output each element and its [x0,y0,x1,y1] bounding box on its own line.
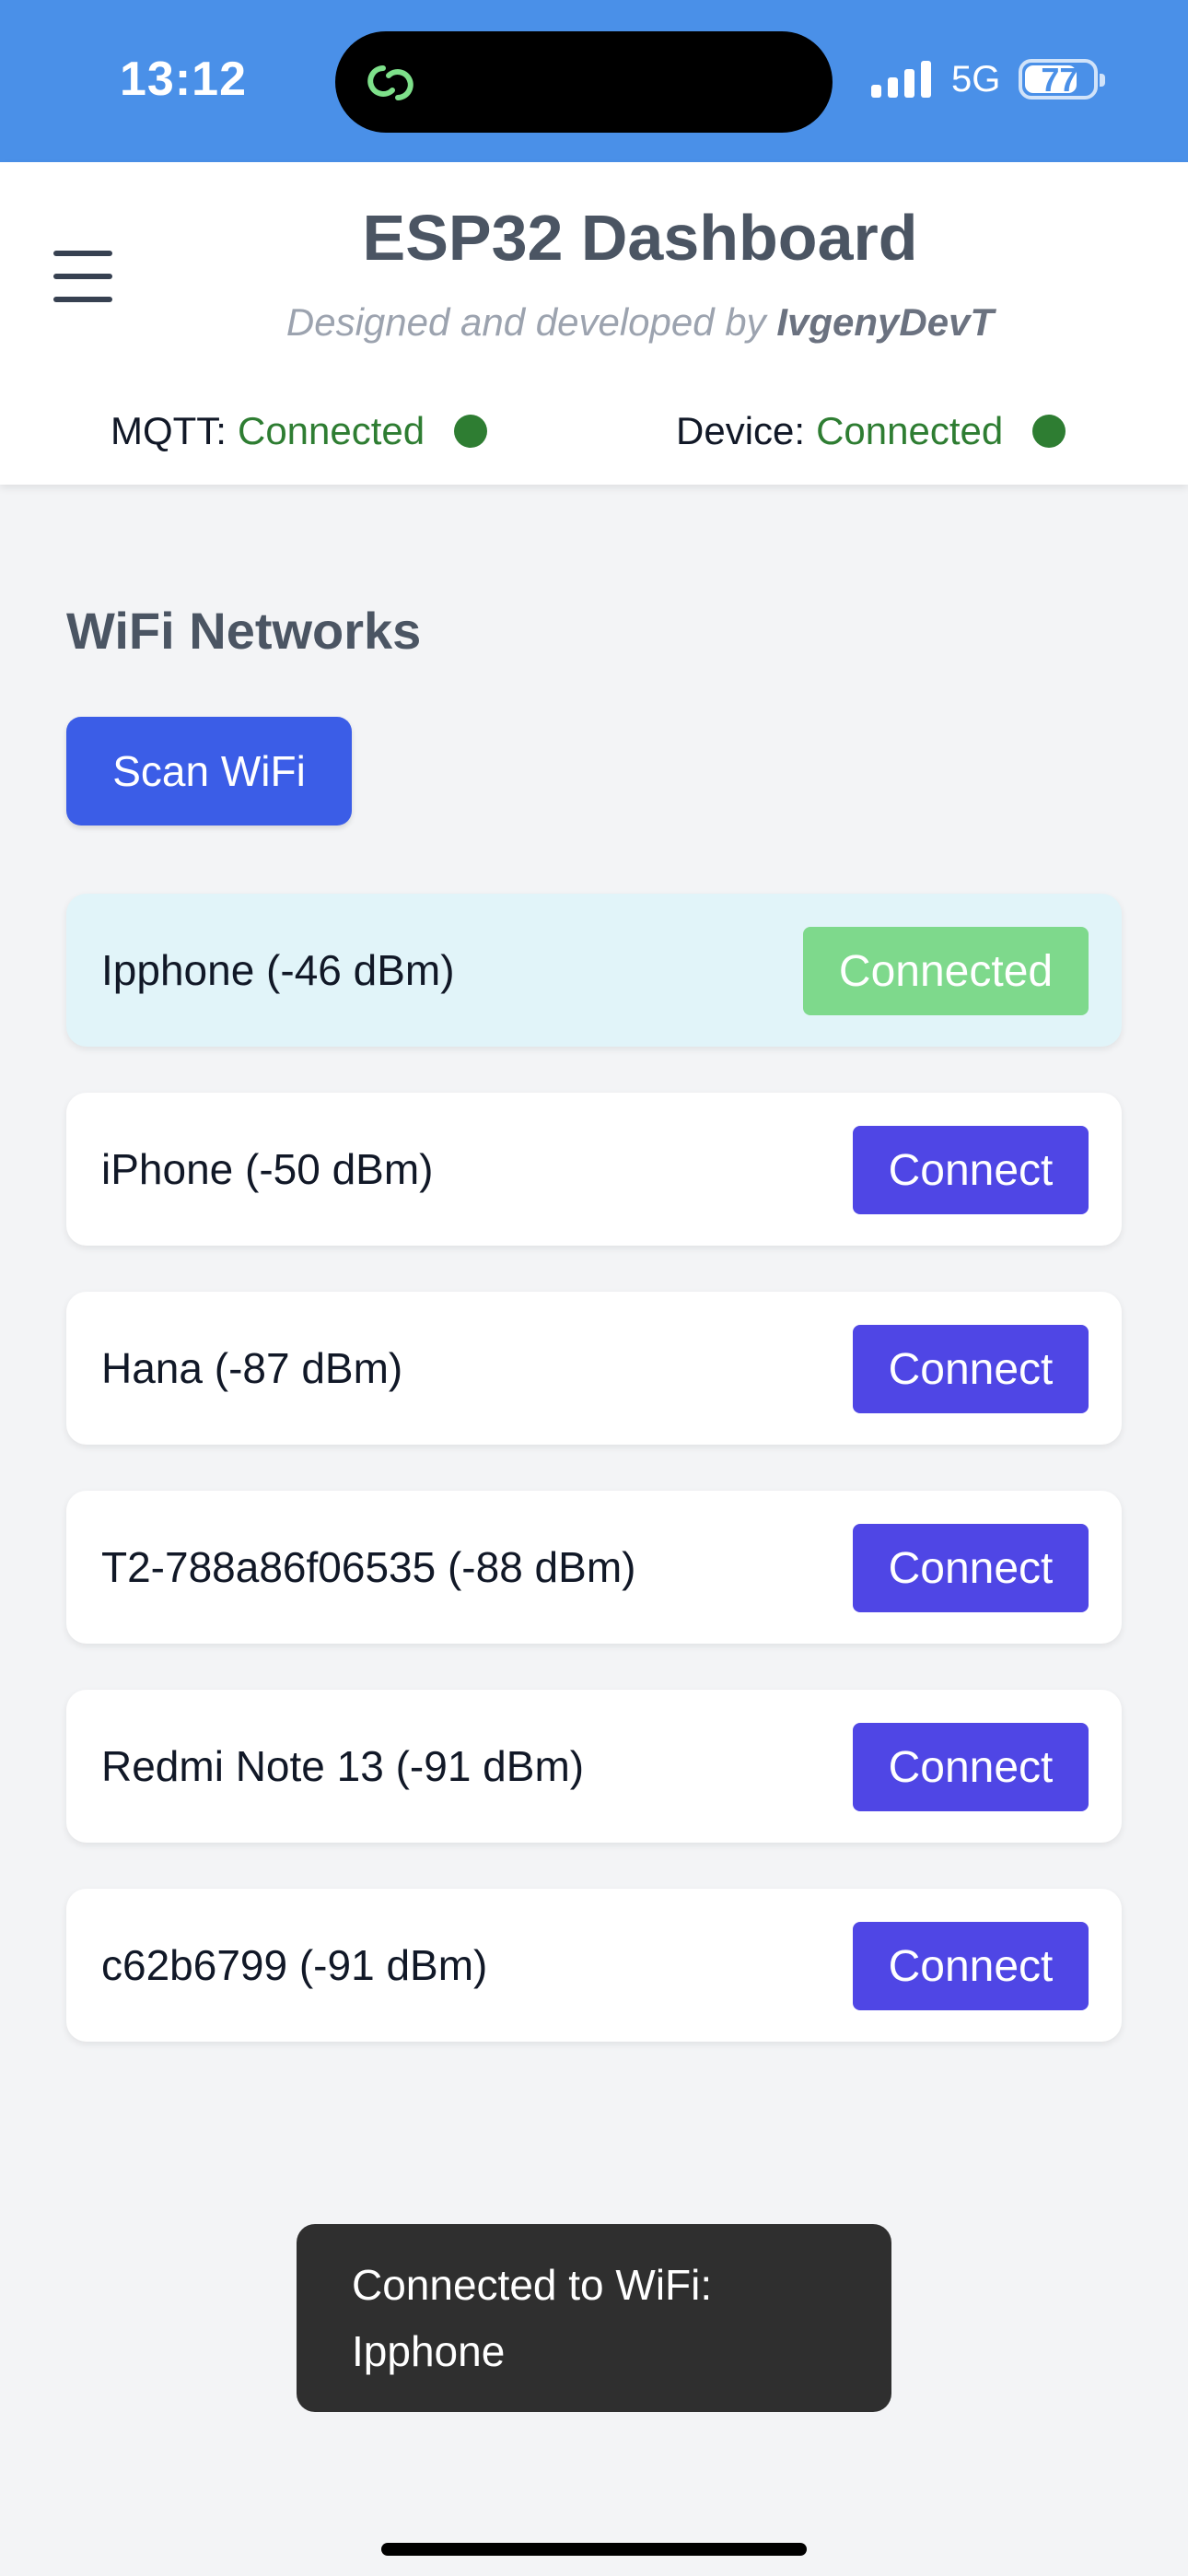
wifi-network-name: Hana (-87 dBm) [101,1344,403,1392]
wifi-connect-button[interactable]: Connect [853,1126,1089,1214]
wifi-network-row: Hana (-87 dBm) Connect [66,1292,1122,1445]
wifi-network-name: T2-788a86f06535 (-88 dBm) [101,1543,636,1591]
wifi-connect-button[interactable]: Connect [853,1723,1089,1811]
status-indicators: 5G 77 [871,52,1106,107]
page-subtitle: Designed and developed by IvgenyDevT [0,300,1188,345]
mqtt-status-dot [454,415,488,448]
wifi-connect-button[interactable]: Connect [853,1325,1089,1413]
status-bar: 13:12 5G 77 [0,0,1188,162]
mqtt-label: MQTT: [111,409,227,452]
mqtt-status: MQTT: Connected [111,409,488,453]
toast-notification: Connected to WiFi: Ipphone [297,2224,891,2412]
page-title: ESP32 Dashboard [362,202,918,274]
dynamic-island[interactable] [335,31,833,133]
toast-line-2: Ipphone [352,2327,506,2375]
wifi-connect-button[interactable]: Connect [853,1922,1089,2010]
wifi-network-name: c62b6799 (-91 dBm) [101,1941,488,1989]
device-status-text: Connected [816,409,1004,452]
wifi-network-row: c62b6799 (-91 dBm) Connect [66,1889,1122,2042]
app-header: ESP32 Dashboard Designed and developed b… [0,162,1188,485]
wifi-network-name: Ipphone (-46 dBm) [101,946,455,994]
wifi-connect-button[interactable]: Connected [803,927,1089,1015]
battery-icon: 77 [1019,59,1106,100]
cellular-signal-icon [871,61,931,98]
mqtt-status-text: Connected [237,409,425,452]
wifi-network-name: Redmi Note 13 (-91 dBm) [101,1742,585,1790]
wifi-network-row: iPhone (-50 dBm) Connect [66,1093,1122,1246]
scan-wifi-button[interactable]: Scan WiFi [66,717,352,825]
status-time: 13:12 [120,53,247,106]
subtitle-prefix: Designed and developed by [285,300,766,344]
battery-level: 77 [1041,61,1078,99]
toast-line-1: Connected to WiFi: [352,2261,713,2309]
chat-link-icon [367,65,413,100]
wifi-connect-button[interactable]: Connect [853,1524,1089,1612]
device-status-dot [1032,415,1066,448]
subtitle-author: IvgenyDevT [776,300,995,344]
battery-nub [1100,74,1106,87]
device-status: Device: Connected [676,409,1066,453]
wifi-network-name: iPhone (-50 dBm) [101,1145,434,1193]
wifi-network-row: Redmi Note 13 (-91 dBm) Connect [66,1690,1122,1843]
home-indicator[interactable] [381,2543,807,2556]
wifi-section-title: WiFi Networks [66,602,422,660]
wifi-network-row: T2-788a86f06535 (-88 dBm) Connect [66,1491,1122,1644]
network-type: 5G [951,58,1001,100]
wifi-network-row: Ipphone (-46 dBm) Connected [66,894,1122,1047]
wifi-network-list: Ipphone (-46 dBm) Connected iPhone (-50 … [66,894,1122,2088]
device-label: Device: [676,409,806,452]
